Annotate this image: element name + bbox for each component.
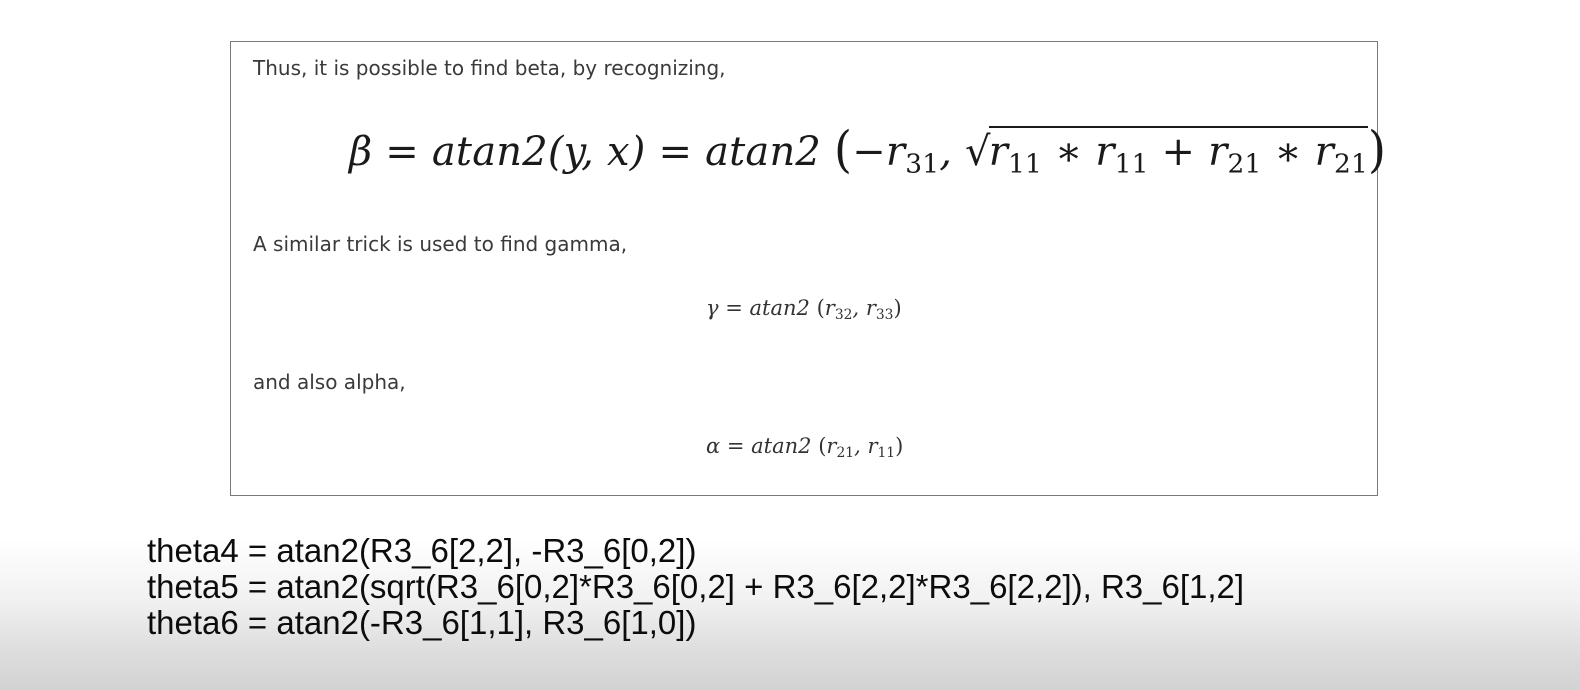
- intro-gamma-text: A similar trick is used to find gamma,: [253, 232, 628, 256]
- sqrt-sign-icon: √: [965, 129, 991, 175]
- slide-excerpt-box: Thus, it is possible to find beta, by re…: [230, 41, 1386, 496]
- open-paren: (: [834, 119, 853, 179]
- square-root: √r11 ∗ r11 + r21 ∗ r21: [965, 126, 1368, 177]
- gamma-equation: γ = atan2 (r32, r33): [706, 296, 902, 323]
- radicand: r11 ∗ r11 + r21 ∗ r21: [988, 126, 1368, 177]
- code-line-theta4: theta4 = atan2(R3_6[2,2], -R3_6[0,2]): [147, 532, 697, 569]
- atan2-function: atan2: [749, 296, 810, 320]
- intro-alpha-text: and also alpha,: [253, 370, 406, 394]
- alpha-equation: α = atan2 (r21, r11): [706, 434, 904, 461]
- atan2-function: atan2: [751, 434, 812, 458]
- close-paren: ): [1367, 119, 1387, 179]
- atan2-yx: atan2(y, x): [431, 129, 646, 175]
- theta-code-block: theta4 = atan2(R3_6[2,2], -R3_6[0,2]) th…: [147, 533, 1244, 641]
- beta-symbol: β: [349, 129, 373, 175]
- alpha-symbol: α: [706, 434, 721, 458]
- code-line-theta5: theta5 = atan2(sqrt(R3_6[0,2]*R3_6[0,2] …: [147, 568, 1245, 605]
- beta-equation: β = atan2(y, x) = atan2 (−r31, √r11 ∗ r1…: [349, 119, 1387, 180]
- atan2-function: atan2: [705, 129, 834, 175]
- intro-beta-text: Thus, it is possible to find beta, by re…: [253, 56, 726, 80]
- gamma-symbol: γ: [706, 296, 719, 320]
- code-line-theta6: theta6 = atan2(-R3_6[1,1], R3_6[1,0]): [147, 604, 697, 641]
